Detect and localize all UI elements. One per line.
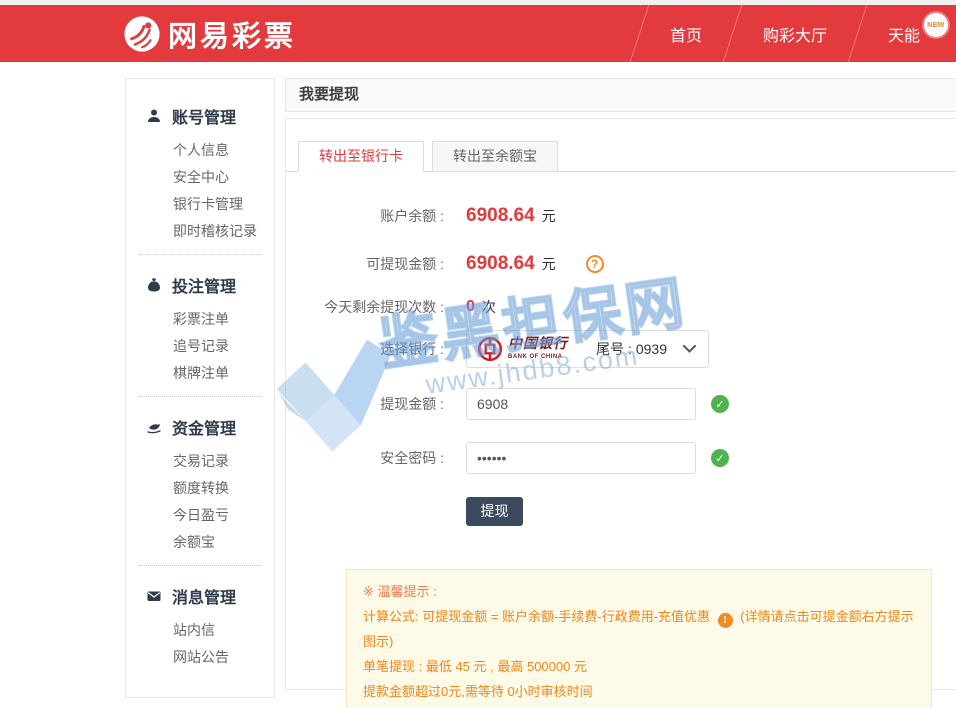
bank-select[interactable]: 中国银行 BANK OF CHINA 尾号 : 0939 — [466, 330, 709, 368]
check-ok-icon: ✓ — [711, 449, 729, 467]
sidebar-item-chase-records[interactable]: 追号记录 — [126, 333, 274, 360]
header: 网易彩票 首页 购彩大厅 天能 NEW — [0, 5, 956, 62]
sidebar-section-account[interactable]: 账号管理 — [126, 95, 274, 137]
withdraw-panel: 转出至银行卡 转出至余额宝 账户余额 : 6908.64 元 可提现金额 : 6… — [285, 118, 956, 690]
withdrawable-unit: 元 — [542, 254, 556, 274]
password-input[interactable] — [466, 442, 696, 474]
row-bank: 选择银行 : 中国银行 BANK OF CHINA 尾号 : 0939 — [286, 329, 709, 369]
nav-item-tianneng-label: 天能 — [888, 22, 920, 46]
sidebar-section-betting[interactable]: 投注管理 — [126, 264, 274, 306]
sidebar-section-label: 消息管理 — [172, 584, 236, 608]
nav-item-tianneng[interactable]: 天能 NEW — [858, 5, 950, 62]
password-label: 安全密码 : — [286, 448, 444, 468]
sidebar-item-audit-records[interactable]: 即时稽核记录 — [126, 218, 274, 245]
new-badge: NEW — [924, 13, 948, 37]
sidebar-item-inbox[interactable]: 站内信 — [126, 617, 274, 644]
sidebar-divider — [139, 254, 261, 255]
chevron-down-icon — [683, 345, 696, 353]
sidebar-divider — [139, 565, 261, 566]
sidebar-section-label: 资金管理 — [172, 415, 236, 439]
user-icon — [146, 108, 162, 124]
check-ok-icon: ✓ — [711, 395, 729, 413]
balance-value: 6908.64 — [466, 205, 535, 227]
withdraw-button[interactable]: 提现 — [466, 497, 523, 526]
notice-title: ※ 温馨提示 : — [363, 579, 915, 604]
sidebar-item-lottery-orders[interactable]: 彩票注单 — [126, 306, 274, 333]
row-submit: 提现 — [286, 495, 523, 527]
bank-tail-number: 尾号 : 0939 — [596, 339, 667, 359]
sidebar-item-quota-convert[interactable]: 额度转换 — [126, 475, 274, 502]
times-unit: 次 — [482, 297, 496, 317]
bank-of-china-icon — [477, 336, 503, 362]
sidebar-section-label: 账号管理 — [172, 104, 236, 128]
question-icon[interactable]: ? — [586, 255, 604, 273]
row-balance: 账户余额 : 6908.64 元 — [286, 203, 556, 229]
nav-item-home[interactable]: 首页 — [640, 5, 732, 62]
sidebar-section-funds[interactable]: 资金管理 — [126, 406, 274, 448]
row-times: 今天剩余提现次数 : 0 次 — [286, 295, 496, 319]
sidebar-item-bank-card[interactable]: 银行卡管理 — [126, 191, 274, 218]
row-withdrawable: 可提现金额 : 6908.64 元 ? — [286, 251, 604, 277]
times-value: 0 — [466, 298, 475, 316]
sidebar-item-security-center[interactable]: 安全中心 — [126, 164, 274, 191]
sidebar-section-messages[interactable]: 消息管理 — [126, 575, 274, 617]
notice-line-formula: 计算公式: 可提现金额 = 账户余额-手续费-行政费用-充值优惠 ! (详情请点… — [363, 604, 915, 654]
notice-box: ※ 温馨提示 : 计算公式: 可提现金额 = 账户余额-手续费-行政费用-充值优… — [346, 569, 932, 708]
notice-line-review: 提款金额超过0元,需等待 0小时审核时间 — [363, 679, 915, 704]
funds-icon — [146, 419, 162, 435]
nav-item-lottery-hall[interactable]: 购彩大厅 — [733, 5, 857, 62]
balance-label: 账户余额 : — [286, 206, 444, 226]
bank-identity: 中国银行 BANK OF CHINA — [508, 338, 568, 360]
amount-input[interactable] — [466, 388, 696, 420]
brand-title: 网易彩票 — [168, 13, 296, 55]
tab-to-bank-card[interactable]: 转出至银行卡 — [298, 141, 424, 172]
sidebar-item-personal-info[interactable]: 个人信息 — [126, 137, 274, 164]
brand-logo-icon — [123, 15, 161, 53]
row-password: 安全密码 : ✓ — [286, 441, 729, 475]
notice-formula-text: 计算公式: 可提现金额 = 账户余额-手续费-行政费用-充值优惠 — [363, 609, 710, 624]
withdrawable-label: 可提现金额 : — [286, 254, 444, 274]
sidebar-item-transactions[interactable]: 交易记录 — [126, 448, 274, 475]
sidebar: 账号管理 个人信息 安全中心 银行卡管理 即时稽核记录 投注管理 彩票注单 追号… — [125, 78, 275, 698]
warning-icon[interactable]: ! — [718, 613, 733, 628]
moneybag-icon — [146, 277, 162, 293]
brand[interactable]: 网易彩票 — [123, 5, 296, 62]
tabs: 转出至银行卡 转出至余额宝 — [298, 141, 566, 172]
mail-icon — [146, 588, 162, 604]
bank-name: 中国银行 — [508, 338, 568, 352]
page-title: 我要提现 — [285, 78, 956, 112]
sidebar-divider — [139, 396, 261, 397]
notice-line-limits: 单笔提现 : 最低 45 元 , 最高 500000 元 — [363, 654, 915, 679]
sidebar-item-board-orders[interactable]: 棋牌注单 — [126, 360, 274, 387]
times-label: 今天剩余提现次数 : — [286, 297, 444, 317]
balance-unit: 元 — [542, 206, 556, 226]
amount-label: 提现金额 : — [286, 394, 444, 414]
sidebar-item-today-pl[interactable]: 今日盈亏 — [126, 502, 274, 529]
row-amount: 提现金额 : ✓ — [286, 387, 729, 421]
sidebar-item-yuebao[interactable]: 余额宝 — [126, 529, 274, 556]
withdrawable-value: 6908.64 — [466, 253, 535, 275]
main-nav: 首页 购彩大厅 天能 NEW — [639, 5, 950, 62]
tab-to-yuebao[interactable]: 转出至余额宝 — [432, 141, 558, 172]
sidebar-item-announcements[interactable]: 网站公告 — [126, 644, 274, 671]
sidebar-section-label: 投注管理 — [172, 273, 236, 297]
bank-label: 选择银行 : — [286, 339, 444, 359]
bank-name-en: BANK OF CHINA — [508, 354, 568, 360]
